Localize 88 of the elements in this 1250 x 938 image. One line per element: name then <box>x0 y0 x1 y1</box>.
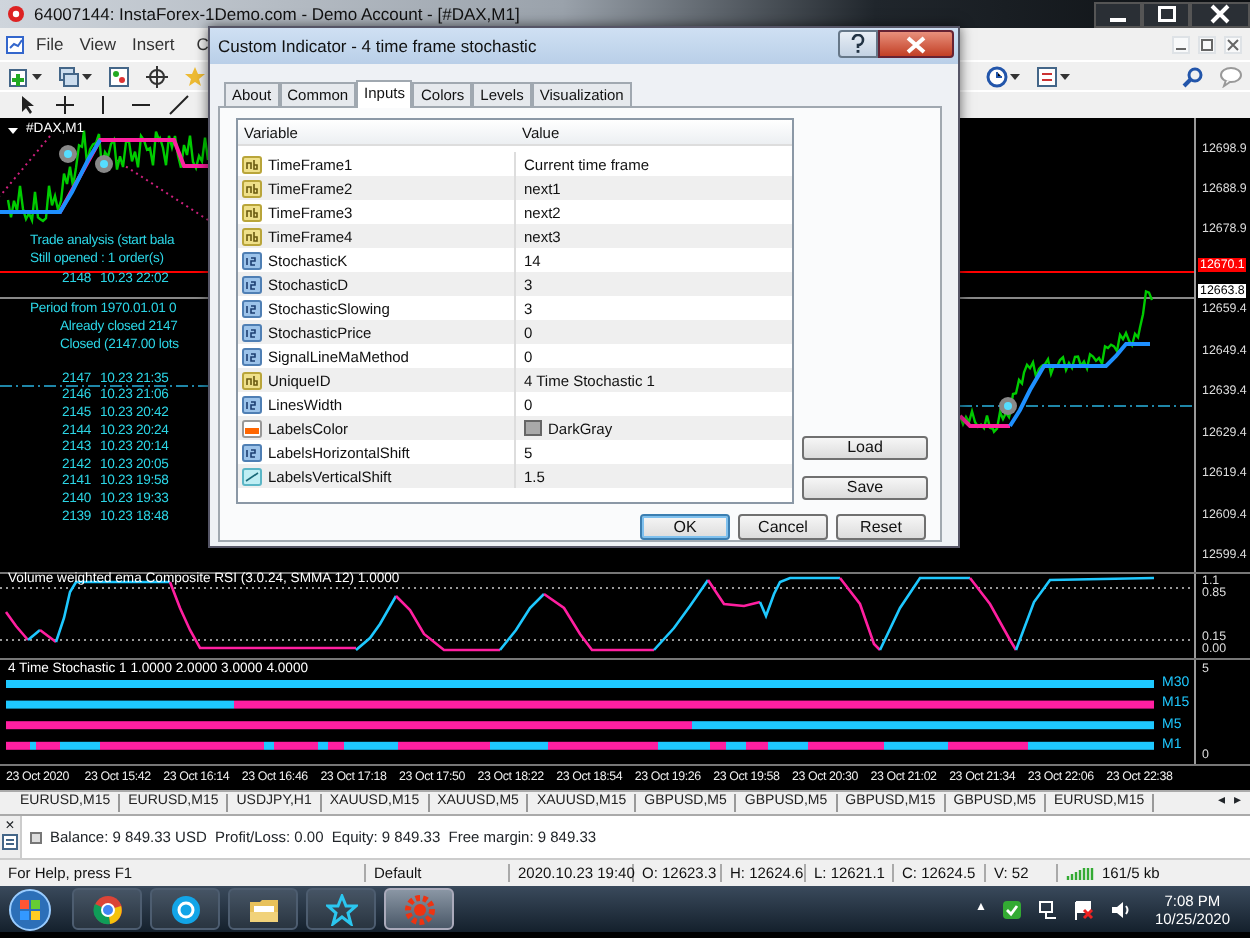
trade-marker-icon <box>999 397 1017 415</box>
restore-icon <box>1200 37 1214 51</box>
caret-icon <box>32 73 42 79</box>
taskbar-app-button[interactable] <box>72 888 142 930</box>
minimize-button[interactable] <box>1094 1 1142 27</box>
mdi-close-button[interactable] <box>1224 35 1242 53</box>
text-type-icon <box>242 227 262 245</box>
speaker-icon[interactable] <box>1110 899 1131 919</box>
moving-average-line <box>1008 342 1150 428</box>
trade-marker-icon <box>95 155 113 173</box>
text-type-icon <box>242 371 262 389</box>
crosshair-button[interactable] <box>146 63 168 89</box>
history-button[interactable] <box>986 63 1020 89</box>
menu-item[interactable]: C <box>196 33 209 55</box>
close-button[interactable] <box>1190 1 1250 27</box>
crosshair-tool-icon <box>54 94 76 116</box>
caret-icon <box>1010 73 1020 79</box>
account-icon <box>30 831 42 843</box>
close-icon <box>1226 37 1240 51</box>
dialog-button[interactable]: Save <box>802 476 928 500</box>
close-glyph[interactable]: × <box>5 816 15 834</box>
decimal-type-icon <box>242 467 262 485</box>
signal-line <box>958 414 1010 428</box>
menu-item[interactable]: View <box>79 33 116 55</box>
profiles-button[interactable] <box>58 63 92 89</box>
mdi-restore-button[interactable] <box>1198 35 1216 53</box>
number-type-icon <box>242 275 262 293</box>
crosshair-icon <box>146 65 168 87</box>
color-type-icon <box>242 419 262 437</box>
number-type-icon <box>242 443 262 461</box>
number-type-icon <box>242 299 262 317</box>
close-button[interactable] <box>878 30 954 58</box>
dialog-button[interactable]: Cancel <box>738 514 828 540</box>
triangle-icon <box>8 127 18 134</box>
market-watch-button[interactable] <box>108 63 130 89</box>
taskbar-app-button[interactable] <box>228 888 298 930</box>
chat-app-icon <box>169 893 201 925</box>
dialog-button[interactable]: OK <box>640 514 730 540</box>
caret-icon <box>82 73 92 79</box>
chat-button[interactable] <box>1220 63 1242 89</box>
text-type-icon <box>242 203 262 221</box>
start-button[interactable] <box>8 887 52 931</box>
trade-marker-icon <box>59 145 77 163</box>
maximize-icon <box>1157 6 1175 22</box>
signal-bars-icon <box>1066 866 1094 880</box>
cursor-icon <box>16 94 38 116</box>
profiles-icon <box>58 65 80 87</box>
round-logo-icon <box>91 893 123 925</box>
window-title: 64007144: InstaForex-1Demo.com - Demo Account - [#DAX,M1] <box>32 3 520 25</box>
terminal-icon <box>2 834 18 850</box>
number-type-icon <box>242 347 262 365</box>
chart-window-icon <box>6 35 24 53</box>
new-chart-button[interactable] <box>8 63 42 89</box>
crosshair-tool-button[interactable] <box>54 92 76 118</box>
close-icon <box>906 35 926 53</box>
taskbar-app-button[interactable] <box>306 888 376 930</box>
trendline-icon <box>168 94 190 116</box>
trendline-button[interactable] <box>168 92 190 118</box>
cursor-button[interactable] <box>16 92 38 118</box>
mdi-minimize-button[interactable] <box>1172 35 1190 53</box>
text-type-icon <box>242 155 262 173</box>
menu-item[interactable]: File <box>36 33 64 55</box>
maximize-button[interactable] <box>1142 1 1190 27</box>
moving-average-line <box>0 138 102 214</box>
gear-icon <box>6 4 26 24</box>
taskbar-app-button[interactable] <box>150 888 220 930</box>
dialog-button[interactable]: Load <box>802 436 928 460</box>
shield-icon[interactable] <box>1002 899 1023 919</box>
search-button[interactable] <box>1182 63 1204 89</box>
number-type-icon <box>242 323 262 341</box>
number-type-icon <box>242 251 262 269</box>
search-icon <box>1182 65 1204 87</box>
help-icon <box>850 34 866 54</box>
flag-icon[interactable] <box>1074 899 1095 919</box>
close-icon <box>1210 4 1230 24</box>
dialog-title: Custom Indicator - 4 time frame stochastic <box>218 35 537 57</box>
star-icon <box>325 893 357 925</box>
network-icon[interactable] <box>1038 899 1059 919</box>
templates-button[interactable] <box>1036 63 1070 89</box>
help-button[interactable] <box>838 30 878 58</box>
favorites-icon <box>184 65 206 87</box>
text-type-icon <box>242 179 262 197</box>
caret-icon <box>1060 73 1070 79</box>
gear-icon <box>403 893 435 925</box>
minimize-icon <box>1110 18 1126 22</box>
dialog-button[interactable]: Reset <box>836 514 926 540</box>
number-type-icon <box>242 395 262 413</box>
menu-item[interactable]: Insert <box>131 33 175 55</box>
